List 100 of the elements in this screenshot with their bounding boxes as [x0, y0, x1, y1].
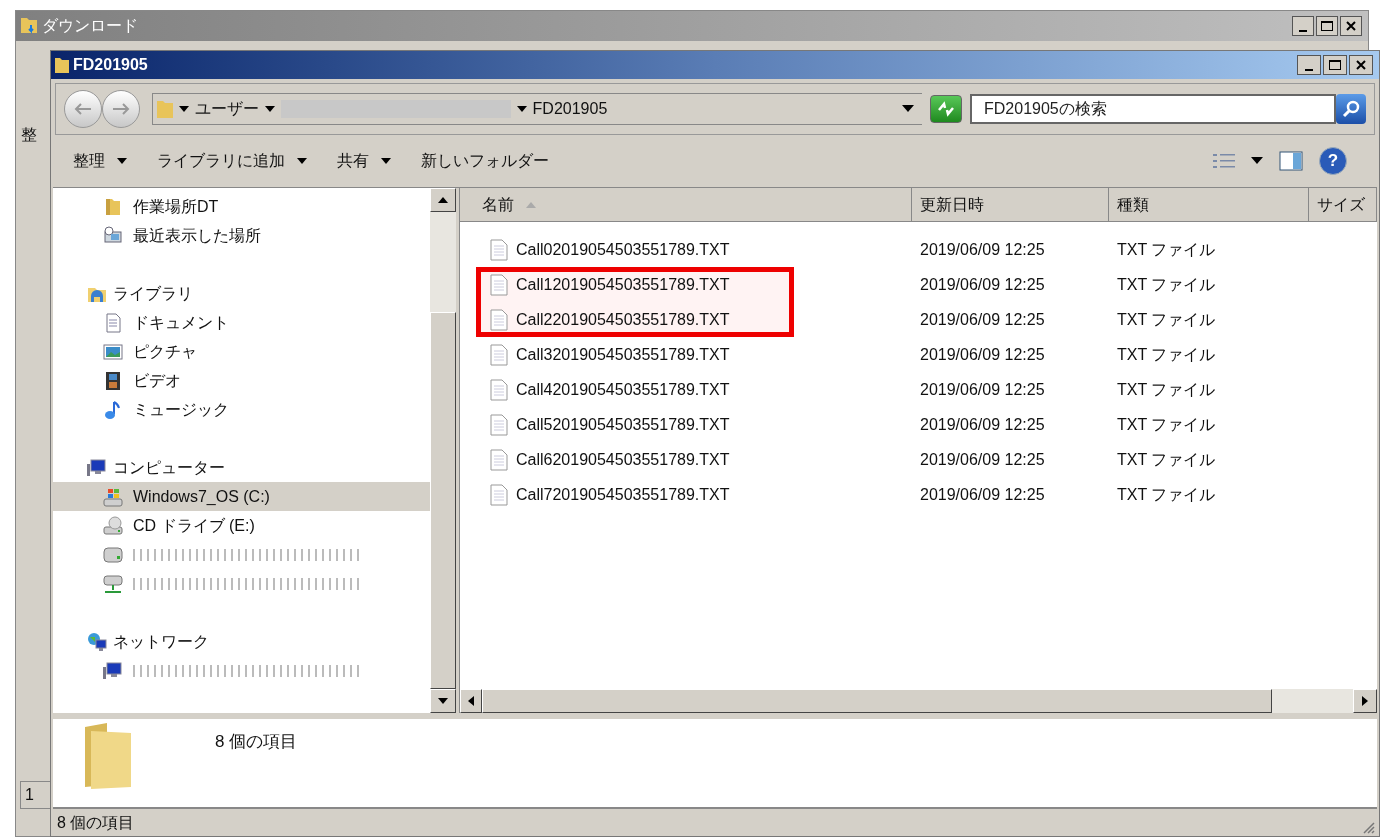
address-bar[interactable]: ユーザー FD201905 — [151, 93, 923, 125]
file-name: Call62019054503551789.TXT — [516, 449, 730, 470]
modified-date: 2019/06/09 12:25 — [919, 379, 1046, 400]
close-icon — [1346, 21, 1356, 31]
close-button[interactable] — [1340, 16, 1362, 36]
forward-arrow-icon — [110, 102, 131, 116]
sidebar-item[interactable]: CD ドライブ (E:) — [53, 511, 430, 540]
modified-date: 2019/06/09 12:25 — [919, 449, 1046, 470]
scroll-thumb[interactable] — [430, 312, 456, 689]
modified-date: 2019/06/09 12:25 — [919, 344, 1046, 365]
close-button[interactable] — [1349, 55, 1373, 75]
file-type: TXT ファイル — [1116, 239, 1217, 260]
file-row[interactable]: Call22019054503551789.TXT 2019/06/09 12:25 TXT ファイル — [476, 302, 1377, 337]
toolbar-button[interactable]: 共有 — [337, 149, 391, 173]
file-row[interactable]: Call42019054503551789.TXT 2019/06/09 12:25 TXT ファイル — [476, 372, 1377, 407]
back-button[interactable] — [64, 90, 102, 128]
vertical-scrollbar[interactable] — [430, 188, 456, 713]
toolbar-button[interactable]: 新しいフォルダー — [421, 149, 549, 173]
toolbar-label: 整 — [21, 126, 37, 143]
file-name: Call72019054503551789.TXT — [516, 484, 730, 505]
toolbar-button[interactable]: 整理 — [73, 149, 127, 173]
file-row[interactable]: Call32019054503551789.TXT 2019/06/09 12:25 TXT ファイル — [476, 337, 1377, 372]
sidebar-item[interactable]: ミュージック — [53, 395, 430, 424]
right-arrow-icon — [1362, 696, 1368, 706]
minimize-icon — [1299, 30, 1307, 32]
left-arrow-icon — [468, 696, 474, 706]
window-title: ダウンロード — [42, 16, 138, 36]
sidebar-item[interactable]: 最近表示した場所 — [53, 221, 430, 250]
modified-date: 2019/06/09 12:25 — [919, 414, 1046, 435]
minimize-button[interactable] — [1292, 16, 1314, 36]
file-row[interactable]: Call62019054503551789.TXT 2019/06/09 12:25 TXT ファイル — [476, 442, 1377, 477]
status-field: 1 — [20, 781, 52, 809]
file-type: TXT ファイル — [1116, 344, 1217, 365]
recent-places-icon — [103, 225, 123, 246]
file-name: Call42019054503551789.TXT — [516, 379, 730, 400]
folder-icon — [85, 723, 131, 789]
file-row[interactable]: Call12019054503551789.TXT 2019/06/09 12:25 TXT ファイル — [476, 267, 1377, 302]
file-row[interactable]: Call72019054503551789.TXT 2019/06/09 12:25 TXT ファイル — [476, 477, 1377, 512]
sidebar-item[interactable]: ドキュメント — [53, 308, 430, 337]
column-header[interactable]: 名前 — [460, 188, 912, 222]
text-file-icon — [490, 413, 508, 436]
refresh-button[interactable] — [930, 95, 962, 123]
modified-date: 2019/06/09 12:25 — [919, 309, 1046, 330]
minimize-button[interactable] — [1297, 55, 1321, 75]
file-row[interactable]: Call52019054503551789.TXT 2019/06/09 12:25 TXT ファイル — [476, 407, 1377, 442]
document-icon — [103, 312, 123, 333]
sidebar-item[interactable]: Windows7_OS (C:) — [53, 482, 430, 511]
file-name: Call02019054503551789.TXT — [516, 239, 730, 260]
folder-icon — [55, 57, 69, 73]
network-icon — [87, 631, 107, 652]
status-text: 8 個の項目 — [57, 812, 135, 833]
breadcrumb-item[interactable]: ユーザー — [194, 97, 259, 121]
text-file-icon — [490, 343, 508, 366]
column-header[interactable]: サイズ — [1309, 188, 1377, 222]
file-name: Call52019054503551789.TXT — [516, 414, 730, 435]
file-name: Call22019054503551789.TXT — [516, 309, 730, 330]
text-file-icon — [490, 378, 508, 401]
maximize-button[interactable] — [1323, 55, 1347, 75]
sort-arrow-icon — [526, 201, 536, 208]
search-button[interactable] — [1336, 94, 1366, 124]
forward-button[interactable] — [101, 90, 140, 128]
resize-grip-icon[interactable] — [1361, 820, 1375, 834]
dropdown-arrow-icon[interactable] — [1251, 157, 1263, 165]
refresh-icon — [936, 101, 957, 117]
help-button[interactable]: ? — [1319, 147, 1347, 175]
column-header[interactable]: 更新日時 — [912, 188, 1109, 222]
dropdown-arrow-icon[interactable] — [902, 105, 915, 113]
film-icon — [103, 370, 123, 391]
file-type: TXT ファイル — [1116, 309, 1217, 330]
scroll-up-button[interactable] — [430, 188, 456, 212]
maximize-button[interactable] — [1316, 16, 1338, 36]
breadcrumb-item[interactable]: FD201905 — [532, 97, 608, 121]
network-drive-icon — [103, 573, 123, 594]
file-name: Call12019054503551789.TXT — [516, 274, 730, 295]
modified-date: 2019/06/09 12:25 — [919, 274, 1046, 295]
column-header[interactable]: 種類 — [1109, 188, 1309, 222]
picture-icon — [103, 341, 123, 362]
file-type: TXT ファイル — [1116, 379, 1217, 400]
up-arrow-icon — [438, 197, 448, 203]
sidebar-item[interactable]: ビデオ — [53, 366, 430, 395]
scroll-right-button[interactable] — [1353, 689, 1377, 713]
sidebar-item[interactable]: ピクチャ — [53, 337, 430, 366]
toolbar-button[interactable]: ライブラリに追加 — [157, 149, 307, 173]
file-row[interactable]: Call02019054503551789.TXT 2019/06/09 12:25 TXT ファイル — [476, 232, 1377, 267]
item-count: 8 個の項目 — [215, 731, 298, 753]
sidebar-item[interactable]: ライブラリ — [83, 279, 430, 308]
maximize-icon — [1329, 60, 1341, 70]
sidebar-item[interactable]: ネットワーク — [83, 627, 430, 656]
sidebar-item[interactable]: コンピューター — [83, 453, 430, 482]
scroll-left-button[interactable] — [460, 689, 482, 713]
scroll-down-button[interactable] — [430, 689, 456, 713]
sidebar-item[interactable]: 作業場所DT — [53, 192, 430, 221]
text-file-icon — [490, 483, 508, 506]
cd-drive-icon — [103, 515, 123, 536]
preview-pane-icon[interactable] — [1279, 151, 1303, 171]
modified-date: 2019/06/09 12:25 — [919, 239, 1046, 260]
modified-date: 2019/06/09 12:25 — [919, 484, 1046, 505]
search-field[interactable]: FD201905の検索 — [970, 94, 1336, 124]
folder-icon — [156, 100, 173, 118]
search-icon — [1342, 100, 1360, 118]
